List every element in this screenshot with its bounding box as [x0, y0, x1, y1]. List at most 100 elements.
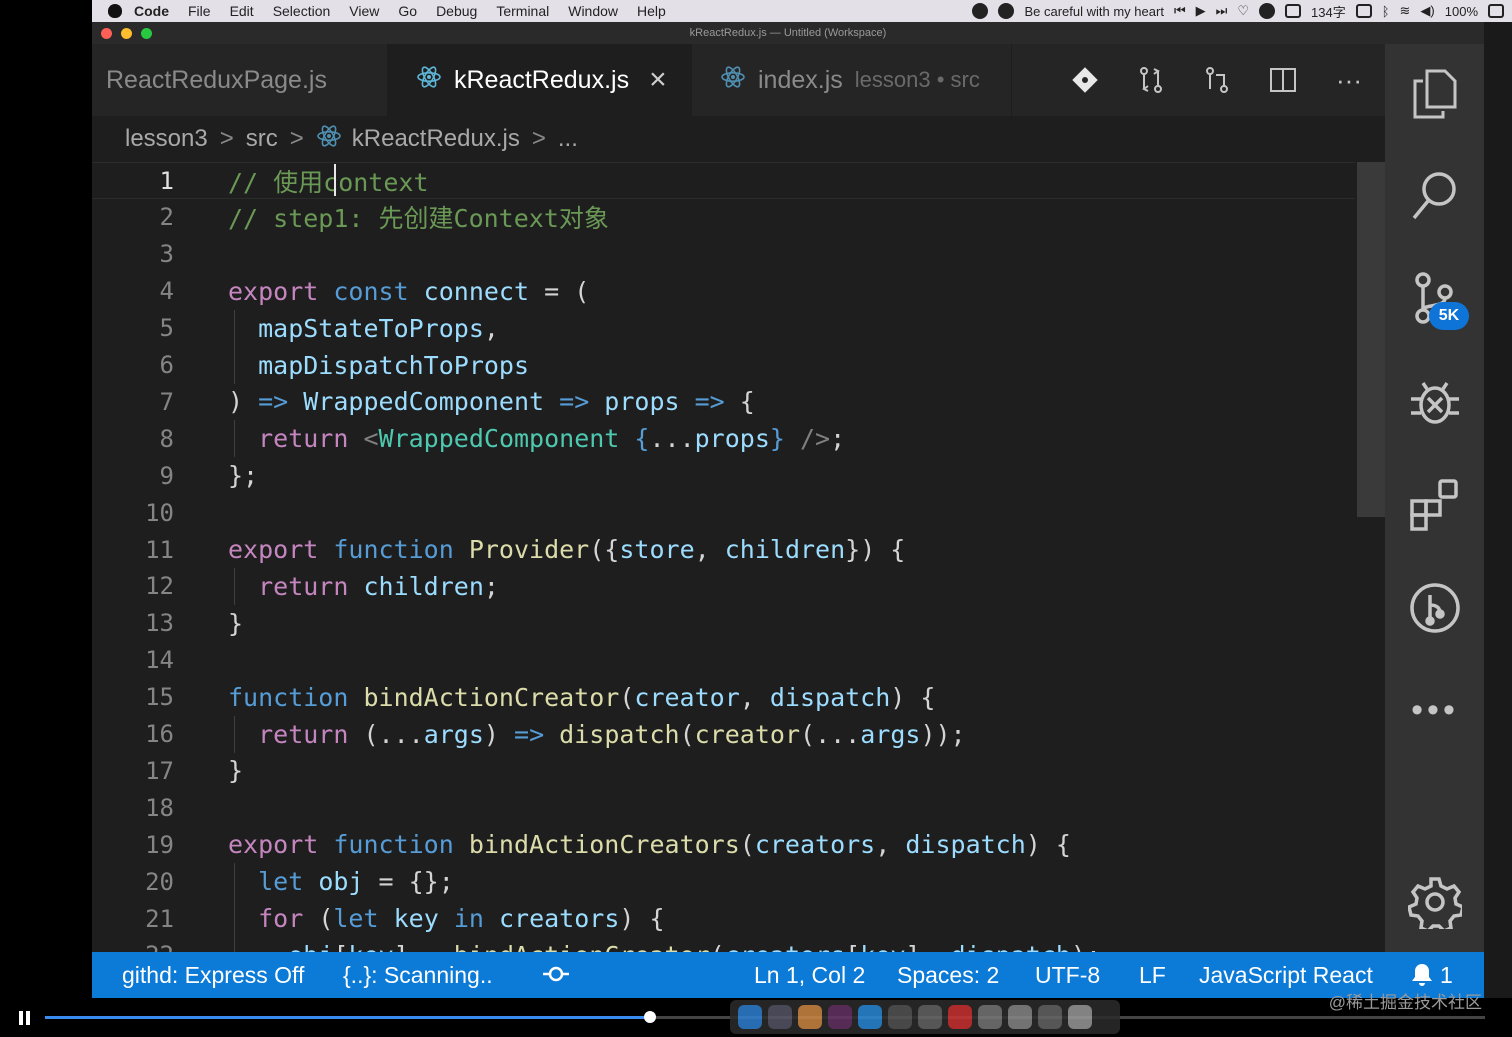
wifi-icon[interactable]: ≋	[1400, 3, 1411, 19]
scanning-status[interactable]: {..}: Scanning..	[343, 962, 493, 989]
dock-app-icon[interactable]	[888, 1005, 912, 1029]
code-line[interactable]: 11 export function Provider({store, child…	[92, 531, 1362, 568]
video-progress-handle[interactable]	[643, 1011, 656, 1023]
code-editor[interactable]: 1 // 使用context 2 // step1: 先创建Context对象 3 4 ex…	[92, 162, 1385, 952]
code-line[interactable]: 8 return <WrappedComponent {...props} />…	[92, 420, 1362, 458]
code-line[interactable]: 6 mapDispatchToProps	[92, 346, 1362, 384]
code-line[interactable]: 22 obj[key] = bindActionCreator(creators…	[92, 936, 1362, 952]
code-line[interactable]: 20 let obj = {};	[92, 863, 1362, 901]
close-window-button[interactable]	[101, 28, 112, 39]
bluetooth-icon[interactable]: ᛒ	[1382, 4, 1390, 19]
extensions-icon[interactable]	[1403, 472, 1467, 536]
tab-index[interactable]: index.js lesson3 • src	[692, 44, 1012, 116]
dock-app-icon[interactable]	[1008, 1005, 1032, 1029]
dock-app-icon[interactable]	[1038, 1005, 1062, 1029]
explorer-icon[interactable]	[1403, 62, 1467, 126]
notification-count[interactable]: 1	[1440, 962, 1453, 989]
menu-go[interactable]: Go	[398, 3, 417, 19]
breadcrumb-symbol[interactable]: ...	[558, 125, 578, 153]
githd-status[interactable]: githd: Express Off	[122, 962, 304, 989]
next-track-icon[interactable]: ⏭	[1216, 3, 1228, 19]
dock-app-icon[interactable]	[768, 1005, 792, 1029]
code-line[interactable]: 4 export const connect = (	[92, 273, 1362, 310]
input-method-icon[interactable]	[1355, 4, 1372, 18]
tab-kreactredux[interactable]: kReactRedux.js ×	[388, 44, 692, 116]
previous-track-icon[interactable]: ⏮	[1174, 3, 1186, 19]
tray-music-icon[interactable]	[998, 3, 1015, 19]
search-icon[interactable]	[1403, 164, 1467, 228]
code-line[interactable]: 9};	[92, 457, 1362, 494]
vertical-scrollbar[interactable]	[1357, 162, 1385, 517]
dock-vscode-icon[interactable]	[858, 1005, 882, 1029]
zoom-window-button[interactable]	[141, 28, 152, 39]
dock-finder-icon[interactable]	[738, 1005, 762, 1029]
menu-help[interactable]: Help	[637, 3, 666, 19]
breadcrumb-folder-src[interactable]: src	[246, 125, 278, 153]
battery-percent[interactable]: 100%	[1445, 4, 1478, 19]
dock-github-icon[interactable]	[828, 1005, 852, 1029]
breadcrumb-file[interactable]: kReactRedux.js	[352, 125, 520, 153]
language-mode[interactable]: JavaScript React	[1199, 962, 1373, 989]
sync-icon[interactable]	[542, 962, 570, 992]
more-views-icon[interactable]: •••	[1403, 678, 1467, 742]
more-actions-icon[interactable]: ···	[1331, 62, 1367, 98]
pause-icon[interactable]	[18, 1011, 32, 1025]
compare-changes-icon[interactable]	[1133, 62, 1169, 98]
menu-window[interactable]: Window	[568, 3, 618, 19]
menu-selection[interactable]: Selection	[273, 3, 331, 19]
gear-icon[interactable]	[1403, 870, 1467, 934]
encoding-status[interactable]: UTF-8	[1035, 962, 1100, 989]
code-line[interactable]: 14	[92, 642, 1362, 679]
battery-icon[interactable]	[1488, 4, 1504, 18]
code-line[interactable]: 21 for (let key in creators) {	[92, 900, 1362, 937]
heart-icon[interactable]: ♡	[1237, 3, 1249, 19]
dock-trash-icon[interactable]	[1068, 1005, 1092, 1029]
code-text: return (...args) => dispatch(creator(...…	[228, 720, 966, 749]
menu-terminal[interactable]: Terminal	[496, 3, 549, 19]
dock-app-icon[interactable]	[978, 1005, 1002, 1029]
code-line[interactable]: 17}	[92, 752, 1362, 789]
dock-app-icon[interactable]	[918, 1005, 942, 1029]
tray-status-icon[interactable]	[1259, 3, 1275, 19]
menu-debug[interactable]: Debug	[436, 3, 477, 19]
cursor-position[interactable]: Ln 1, Col 2	[754, 962, 865, 989]
git-diamond-icon[interactable]	[1067, 62, 1103, 98]
code-line[interactable]: 18	[92, 789, 1362, 826]
code-token: store	[619, 535, 695, 564]
code-line[interactable]: 7) => WrappedComponent => props => {	[92, 383, 1362, 420]
code-line[interactable]: 10	[92, 494, 1362, 531]
code-line[interactable]: 13}	[92, 605, 1362, 642]
code-line[interactable]: 12 return children;	[92, 567, 1362, 605]
code-line[interactable]: 19 export function bindActionCreators(cre…	[92, 826, 1362, 863]
now-playing-title[interactable]: Be careful with my heart	[1024, 4, 1163, 19]
menu-file[interactable]: File	[188, 3, 211, 19]
eol-status[interactable]: LF	[1139, 962, 1166, 989]
code-line[interactable]: 1 // 使用context	[92, 162, 1362, 199]
input-count[interactable]: 134字	[1311, 2, 1346, 21]
code-line[interactable]: 15 function bindActionCreator(creator, di…	[92, 679, 1362, 716]
menu-edit[interactable]: Edit	[230, 3, 254, 19]
breadcrumb-folder-lesson3[interactable]: lesson3	[125, 125, 208, 153]
tab-reactreduxpage[interactable]: ReactReduxPage.js	[92, 44, 388, 116]
close-tab-icon[interactable]: ×	[649, 63, 667, 97]
code-line[interactable]: 3	[92, 236, 1362, 273]
dock-app-icon[interactable]	[948, 1005, 972, 1029]
chevron-right-icon: >	[219, 125, 234, 152]
code-line[interactable]: 2 // step1: 先创建Context对象	[92, 199, 1362, 236]
code-line[interactable]: 16 return (...args) => dispatch(creator(…	[92, 715, 1362, 753]
split-editor-icon[interactable]	[1265, 62, 1301, 98]
tray-monitor-icon[interactable]	[1285, 4, 1301, 18]
volume-icon[interactable]: ◀)	[1420, 3, 1434, 19]
menu-view[interactable]: View	[349, 3, 379, 19]
play-icon[interactable]: ▶	[1196, 3, 1206, 19]
debug-icon[interactable]	[1403, 370, 1467, 434]
open-changes-icon[interactable]	[1199, 62, 1235, 98]
tray-app-icon[interactable]	[972, 3, 989, 19]
minimize-window-button[interactable]	[121, 28, 132, 39]
code-line[interactable]: 5 mapStateToProps,	[92, 309, 1362, 347]
dock-chrome-icon[interactable]	[798, 1005, 822, 1029]
git-graph-icon[interactable]	[1403, 576, 1467, 640]
indentation-status[interactable]: Spaces: 2	[897, 962, 999, 989]
apple-icon[interactable]	[108, 4, 122, 18]
menu-app-code[interactable]: Code	[134, 3, 169, 19]
